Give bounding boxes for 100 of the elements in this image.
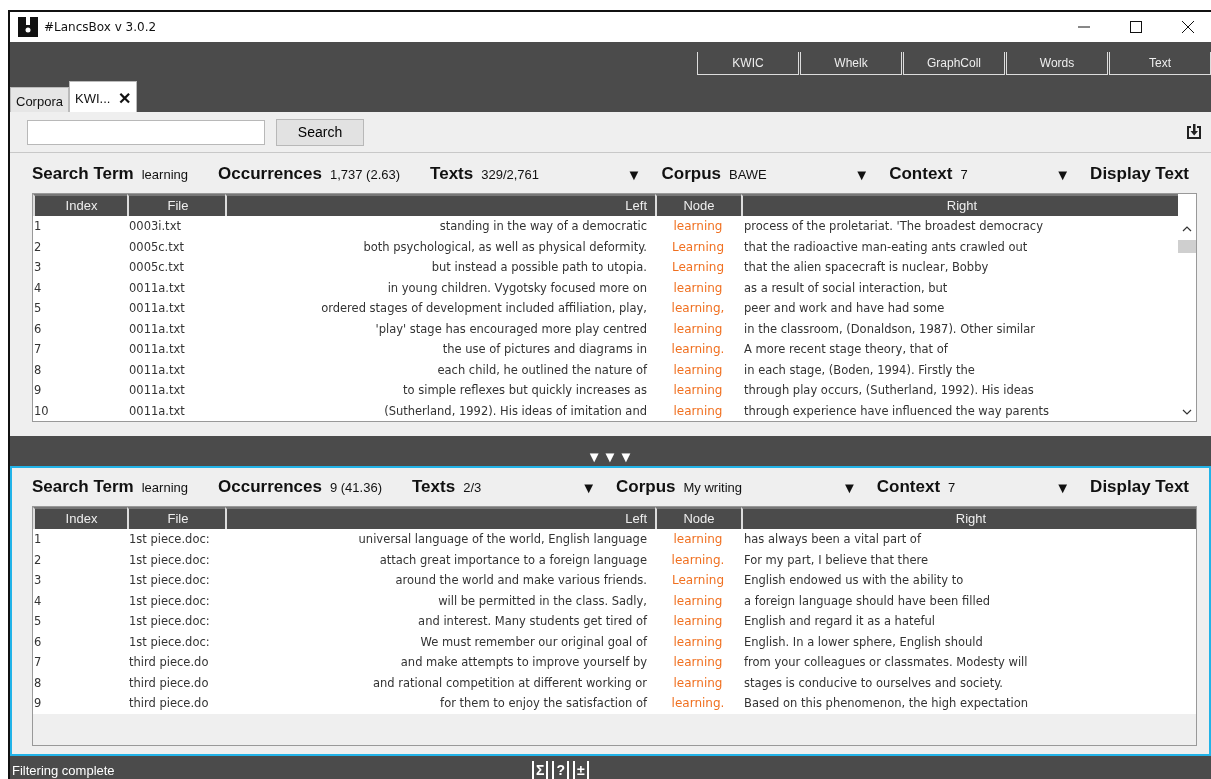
status-button[interactable]: ? xyxy=(552,761,569,779)
table-cell-text: 3 xyxy=(33,260,43,275)
table-cell-text: 1 xyxy=(33,532,43,547)
column-header[interactable]: Right xyxy=(741,194,1178,216)
field-label: Search Term xyxy=(32,164,134,184)
field-value: 7 xyxy=(948,479,956,495)
table-cell-text: 1st piece.doc: xyxy=(128,573,211,588)
column-header[interactable]: File xyxy=(127,507,225,529)
status-button[interactable]: Σ xyxy=(532,761,549,779)
export-icon[interactable] xyxy=(1185,123,1203,141)
table-cell-text: and interest. Many students get tired of xyxy=(417,614,649,629)
field-label: Display Text xyxy=(1090,477,1189,497)
field-label: Context xyxy=(876,477,941,497)
column-header[interactable]: Index xyxy=(33,507,127,529)
table-cell-text: will be permitted in the class. Sadly, xyxy=(437,593,648,608)
table-cell-text: as a result of social interaction, but xyxy=(743,280,949,295)
table-cell-text: 4 xyxy=(33,593,43,608)
divider-bar[interactable]: ▼▼▼ xyxy=(10,436,1211,466)
search-field[interactable] xyxy=(27,119,265,145)
table-cell-text: 1st piece.doc: xyxy=(128,552,211,567)
column-header[interactable]: Left xyxy=(225,507,655,529)
table-cell-text: 1 xyxy=(33,219,43,234)
tool-button[interactable]: Words xyxy=(1006,52,1108,75)
table-cell-text: Based on this phenomenon, the high expectation xyxy=(743,696,1029,711)
table-cell-text: 'play' stage has encouraged more play centred xyxy=(374,321,648,336)
scroll-down-icon[interactable] xyxy=(1182,409,1192,415)
table-cell-text: 0011a.txt xyxy=(128,301,186,316)
table-cell-text: attach great importance to a foreign language xyxy=(378,552,648,567)
node-cell-text: learning. xyxy=(670,342,726,357)
dropdown-arrow[interactable]: ▼ xyxy=(626,165,642,183)
dropdown-arrow[interactable]: ▼ xyxy=(841,478,857,496)
table-cell-text: 9 xyxy=(33,383,43,398)
node-cell-text: Learning xyxy=(670,239,726,254)
search-button[interactable]: Search xyxy=(276,118,364,146)
maximize-icon[interactable] xyxy=(1129,20,1143,34)
node-cell-text: learning xyxy=(672,614,724,629)
table-cell-text: 6 xyxy=(33,321,43,336)
table-cell-text: 7 xyxy=(33,342,43,357)
dropdown-arrow[interactable]: ▼ xyxy=(854,165,870,183)
table-cell-text: 0011a.txt xyxy=(128,383,186,398)
node-cell-text: learning xyxy=(672,321,724,336)
table-cell-text: third piece.do xyxy=(128,655,210,670)
table-cell-text: and rational competition at different working or xyxy=(371,675,648,690)
node-cell-text: learning xyxy=(672,219,724,234)
collapse-arrows[interactable]: ▼▼▼ xyxy=(586,448,635,466)
table-cell-text: 1st piece.doc: xyxy=(128,593,211,608)
column-header[interactable]: Node xyxy=(655,507,741,529)
table-cell-text: We must remember our original goal of xyxy=(419,634,649,649)
table-cell-text: process of the proletariat. 'The broadest democracy xyxy=(743,219,1044,234)
tool-button[interactable]: KWIC xyxy=(697,52,799,75)
dropdown-arrow[interactable]: ▼ xyxy=(1055,165,1071,183)
node-cell-text: learning xyxy=(672,362,724,377)
table-cell-text: third piece.do xyxy=(128,675,210,690)
dropdown-arrow[interactable]: ▼ xyxy=(581,478,596,496)
node-cell-text: learning. xyxy=(670,696,726,711)
scroll-thumb[interactable] xyxy=(1178,240,1196,253)
node-cell-text: learning xyxy=(672,280,724,295)
table-cell-text: in young children. Vygotsky focused more on xyxy=(386,280,648,295)
table-cell-text: 0011a.txt xyxy=(128,362,186,377)
field-label: Corpus xyxy=(616,477,676,497)
node-cell-text: Learning xyxy=(670,260,726,275)
table-cell-text: both psychological, as well as physical deformity. xyxy=(362,239,648,254)
table-cell-text: but instead a possible path to utopia. xyxy=(430,260,648,275)
column-header[interactable]: Index xyxy=(33,194,127,216)
table-cell-text: 8 xyxy=(33,675,43,690)
node-cell-text: learning xyxy=(672,634,724,649)
dropdown-arrow[interactable]: ▼ xyxy=(1055,478,1071,496)
close-icon[interactable] xyxy=(1181,20,1195,34)
table-cell-text: 1st piece.doc: xyxy=(128,634,211,649)
table-cell-text: a foreign language should have been filled xyxy=(743,593,991,608)
tab[interactable]: Corpora xyxy=(10,87,69,112)
scrollbar[interactable] xyxy=(1178,194,1196,421)
column-header[interactable]: Node xyxy=(655,194,741,216)
field-value: learning xyxy=(141,166,188,182)
table-cell-text: 0011a.txt xyxy=(128,342,186,357)
table-cell-text: that the alien spacecraft is nuclear, Bobby xyxy=(743,260,990,275)
field-label: Corpus xyxy=(661,164,721,184)
table-cell-text: (Sutherland, 1992). His ideas of imitation and xyxy=(383,403,648,418)
tab[interactable]: KWI... ✕ xyxy=(68,81,138,112)
field-label: Context xyxy=(889,164,953,184)
status-button[interactable]: ± xyxy=(572,761,589,779)
table-cell-text: standing in the way of a democratic xyxy=(438,219,648,234)
column-header[interactable]: File xyxy=(127,194,225,216)
table-cell-text: A more recent stage theory, that of xyxy=(743,342,949,357)
table-cell-text: English. In a lower sphere, English should xyxy=(743,634,984,649)
field-value: 1,737 (2.63) xyxy=(329,166,401,182)
table-cell-text: English endowed us with the ability to xyxy=(743,573,965,588)
tool-button[interactable]: GraphColl xyxy=(903,52,1005,75)
table-cell-text: third piece.do xyxy=(128,696,210,711)
scroll-up-icon[interactable] xyxy=(1182,226,1192,232)
tool-button[interactable]: Whelk xyxy=(800,52,902,75)
table-cell-text: 10 xyxy=(33,403,50,418)
field-label: Search Term xyxy=(32,477,134,497)
column-header[interactable]: Left xyxy=(225,194,655,216)
table-cell-text: 5 xyxy=(33,614,43,629)
table-cell-text: 1st piece.doc: xyxy=(128,532,211,547)
table-cell-text: 5 xyxy=(33,301,43,316)
app-logo-icon xyxy=(18,17,38,37)
column-header[interactable]: Right xyxy=(741,507,1196,529)
tool-button[interactable]: Text xyxy=(1109,52,1211,75)
